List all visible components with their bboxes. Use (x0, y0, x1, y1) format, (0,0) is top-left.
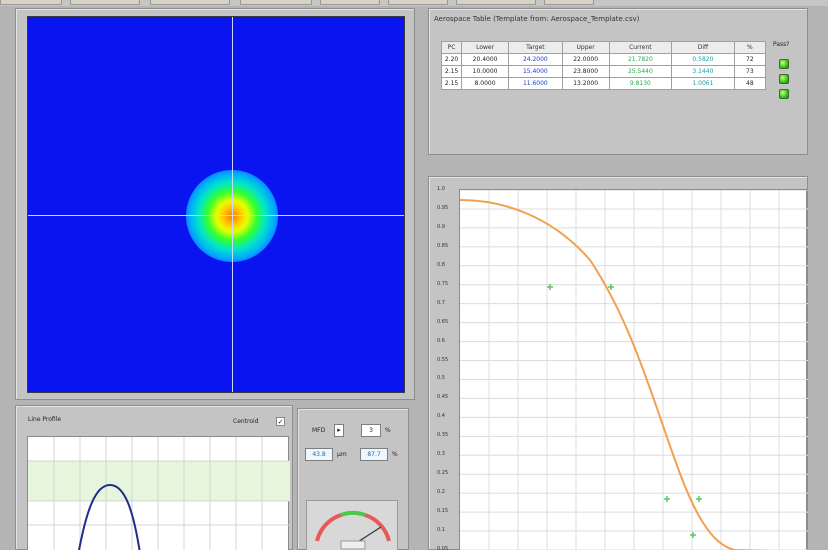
y-tick-label: 0.15 (437, 508, 449, 515)
beam-image[interactable] (27, 16, 405, 393)
table-header-row: PC Lower Target Upper Current Diff % (440, 41, 767, 54)
tab-6[interactable] (388, 0, 448, 5)
col-current: Current (608, 41, 673, 54)
tab-7[interactable] (456, 0, 536, 5)
col-target: Target (508, 41, 563, 54)
mfd-mode-toggle[interactable]: ▸ (334, 424, 344, 437)
pass-label: Pass? (773, 41, 790, 48)
y-tick-label: 0.1 (437, 527, 445, 534)
profile-chart-plot (459, 189, 808, 550)
percent-unit: % (385, 427, 391, 434)
y-tick-label: 1.0 (437, 186, 445, 192)
y-tick-label: 0.4 (437, 413, 445, 420)
tab-5[interactable] (320, 0, 380, 5)
pass-led-2 (779, 74, 789, 84)
y-tick-label: 0.65 (437, 318, 449, 325)
line-profile-band (28, 461, 290, 501)
tab-strip (0, 0, 828, 6)
y-tick-label: 0.35 (437, 432, 449, 439)
mfd-label: MFD (312, 427, 326, 434)
mfd-value-a: 43.8 (305, 448, 333, 461)
y-tick-label: 0.5 (437, 375, 445, 382)
table-row: 2.15 10.0000 15.4000 23.8000 25.5440 3.1… (440, 65, 767, 78)
col-lower: Lower (461, 41, 510, 54)
tab-4[interactable] (240, 0, 312, 5)
col-diff: Diff (671, 41, 735, 54)
pass-led-1 (779, 59, 789, 69)
y-tick-label: 0.6 (437, 337, 445, 344)
table-row: 2.15 8.0000 11.6000 13.2000 9.8130 1.006… (440, 77, 767, 90)
col-percent: % (733, 41, 767, 54)
y-tick-label: 0.05 (437, 546, 449, 550)
table-row: 2.20 20.4000 24.2000 22.0000 21.7820 0.5… (440, 53, 767, 66)
y-tick-label: 0.45 (437, 394, 449, 401)
unit-b: % (392, 451, 398, 458)
y-tick-label: 0.8 (437, 261, 445, 268)
y-tick-label: 0.85 (437, 242, 449, 249)
mfd-value-b: 87.7 (360, 448, 388, 461)
y-tick-label: 0.7 (437, 299, 445, 306)
y-tick-label: 0.25 (437, 470, 449, 477)
col-pc: PC (440, 41, 463, 54)
y-tick-label: 0.9 (437, 223, 445, 230)
y-tick-label: 0.3 (437, 451, 445, 458)
tab-1[interactable] (0, 0, 62, 5)
unit-a: µm (337, 451, 347, 458)
results-table: PC Lower Target Upper Current Diff % 2.2… (440, 41, 767, 90)
data-marker (690, 532, 696, 538)
data-marker (664, 496, 670, 502)
pass-led-3 (779, 89, 789, 99)
centroid-label: Centroid (233, 418, 259, 425)
y-tick-label: 0.75 (437, 280, 449, 287)
crosshair-horizontal[interactable] (28, 215, 404, 216)
tab-2[interactable] (70, 0, 140, 5)
data-marker (696, 496, 702, 502)
line-profile-title: Line Profile (28, 416, 62, 423)
percent-input[interactable]: 3 (361, 424, 381, 437)
table-title: Aerospace Table (Template from: Aerospac… (434, 15, 640, 23)
gauge-icon (315, 511, 391, 550)
y-tick-label: 0.2 (437, 489, 445, 496)
centroid-checkbox[interactable]: ✓ (276, 417, 285, 426)
y-tick-label: 0.55 (437, 356, 449, 363)
col-upper: Upper (561, 41, 610, 54)
crosshair-vertical[interactable] (232, 17, 233, 392)
gauge-meter (306, 500, 398, 550)
y-tick-label: 0.95 (437, 204, 449, 211)
tab-8[interactable] (544, 0, 594, 5)
profile-chart[interactable] (459, 189, 808, 550)
tab-3[interactable] (150, 0, 230, 5)
line-profile-svg (28, 437, 290, 550)
line-profile-plot[interactable] (27, 436, 290, 550)
